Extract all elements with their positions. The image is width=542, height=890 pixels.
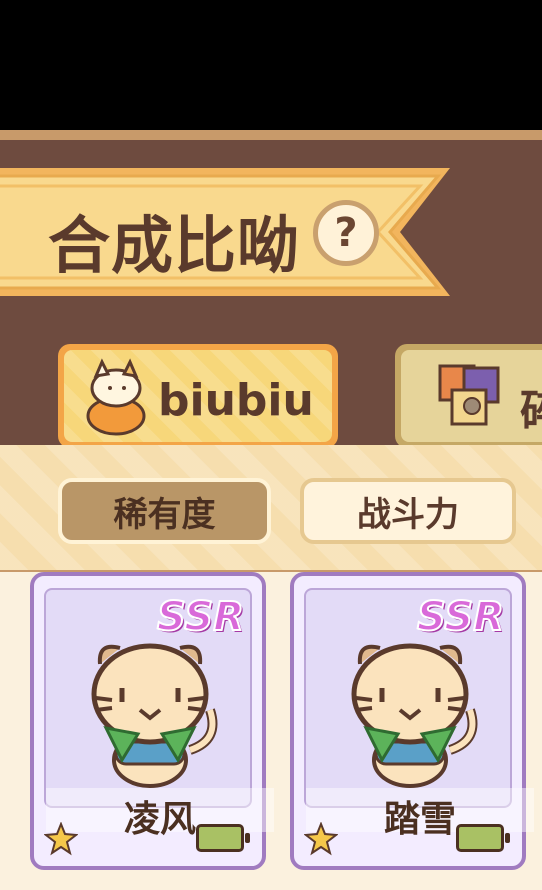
rarity-badge: SSR [416, 593, 505, 641]
question-icon: ? [334, 210, 358, 256]
cat-character-icon [91, 643, 218, 788]
star-icon [304, 822, 338, 856]
star-icon [44, 822, 78, 856]
sort-power-button[interactable]: 战斗力 [300, 478, 516, 544]
page-title: 合成比呦 [48, 209, 301, 282]
card-art-area: SSR 凌风 [44, 588, 274, 840]
card-item[interactable]: SSR 凌风 [30, 572, 274, 870]
card-art-area: SSR 踏雪 [304, 588, 534, 840]
cat-stack-icon [86, 358, 146, 436]
rarity-badge: SSR [156, 593, 245, 641]
cat-character-icon [351, 643, 478, 788]
tab-biubiu-label: biubiu [158, 375, 314, 426]
battery-icon [456, 824, 510, 852]
help-button[interactable]: ? [313, 200, 379, 266]
sort-rarity-button[interactable]: 稀有度 [58, 478, 271, 544]
fragments-icon [438, 364, 500, 426]
tab-fragments-label: 碎 [520, 375, 542, 439]
card-item[interactable]: SSR 踏雪 [290, 572, 534, 870]
top-black-bar [0, 0, 542, 130]
battery-icon [196, 824, 250, 852]
